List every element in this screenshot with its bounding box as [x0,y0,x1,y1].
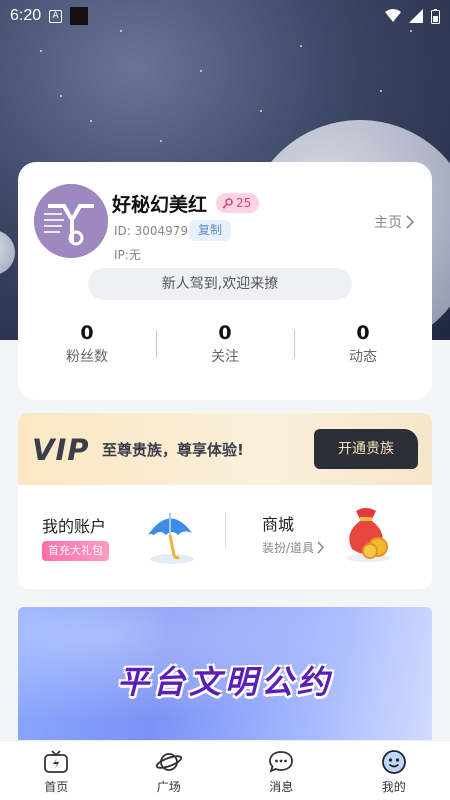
ip-location: IP:无 [114,248,141,262]
nav-square[interactable]: 广场 [113,741,226,800]
user-id: ID: 3004979 [114,224,189,238]
stat-fans-value: 0 [80,322,94,344]
small-moon-decoration [0,230,15,275]
tv-lightning-icon [44,750,69,773]
nav-home-label: 首页 [44,780,69,794]
copy-id-button[interactable]: 复制 [189,220,232,241]
homepage-label: 主页 [374,215,402,231]
stat-fans-label: 粉丝数 [66,349,108,365]
account-title: 我的账户 [42,517,107,536]
stat-fans[interactable]: 0 粉丝数 [18,322,156,366]
vip-account-card: VIP 至尊贵族，尊享体验! 开通贵族 我的账户 首充大礼包 商城 装扮/道具 [18,413,432,589]
nav-home[interactable]: 首页 [0,741,113,800]
row-divider [225,513,226,549]
open-vip-button[interactable]: 开通贵族 [314,429,418,469]
status-time: 6:20 [10,7,42,24]
stat-posts-label: 动态 [349,349,377,365]
mall-subtitle: 装扮/道具 [262,539,325,556]
profile-card: 好秘幻美红 25 ID: 3004979 复制 IP:无 主页 新人驾到,欢迎来… [18,162,432,400]
user-name: 好秘幻美红 [112,194,208,216]
chevron-right-icon [406,215,414,229]
signal-icon [409,9,423,23]
vip-logo: VIP [32,433,90,467]
stat-posts[interactable]: 0 动态 [294,322,432,366]
bottom-nav: 首页 广场 消息 我的 [0,740,450,800]
planet-icon [155,753,182,771]
account-mall-row: 我的账户 首充大礼包 商城 装扮/道具 [18,485,432,589]
chat-bubble-icon [269,751,294,773]
civility-convention-banner[interactable]: 平台文明公约 [18,607,432,747]
nav-mine-label: 我的 [381,780,406,794]
nav-messages[interactable]: 消息 [225,741,338,800]
level-badge: 25 [216,193,260,213]
vip-banner[interactable]: VIP 至尊贵族，尊享体验! 开通贵族 [18,413,432,485]
stat-divider [156,330,157,358]
status-bar: 6:20 A [0,0,450,32]
level-value: 25 [236,196,252,210]
stat-posts-value: 0 [356,322,370,344]
battery-icon [431,8,440,24]
key-icon [222,197,233,209]
nav-messages-label: 消息 [269,780,294,794]
stats-row: 0 粉丝数 0 关注 0 动态 [18,322,432,366]
notification-square-icon [70,7,89,25]
stat-following-value: 0 [218,322,232,344]
avatar-music-logo-icon [34,184,108,258]
a-letter-icon: A [49,9,63,23]
money-bag-icon [346,508,390,562]
homepage-link[interactable]: 主页 [374,212,414,232]
wifi-icon [385,9,401,22]
mall-subtitle-text: 装扮/道具 [262,541,315,555]
signature-text[interactable]: 新人驾到,欢迎来撩 [88,268,352,300]
chevron-right-icon [317,541,325,554]
mall-title: 商城 [262,515,295,534]
first-recharge-badge[interactable]: 首充大礼包 [42,541,109,561]
stat-following-label: 关注 [211,349,239,365]
stat-following[interactable]: 0 关注 [156,322,294,366]
umbrella-icon [148,513,194,564]
avatar[interactable] [34,184,108,258]
nav-square-label: 广场 [156,780,181,794]
nav-mine[interactable]: 我的 [338,741,450,800]
stat-divider [294,330,295,358]
banner-title: 平台文明公约 [116,663,333,701]
smiley-face-icon [381,750,406,774]
vip-slogan: 至尊贵族，尊享体验! [102,441,244,459]
